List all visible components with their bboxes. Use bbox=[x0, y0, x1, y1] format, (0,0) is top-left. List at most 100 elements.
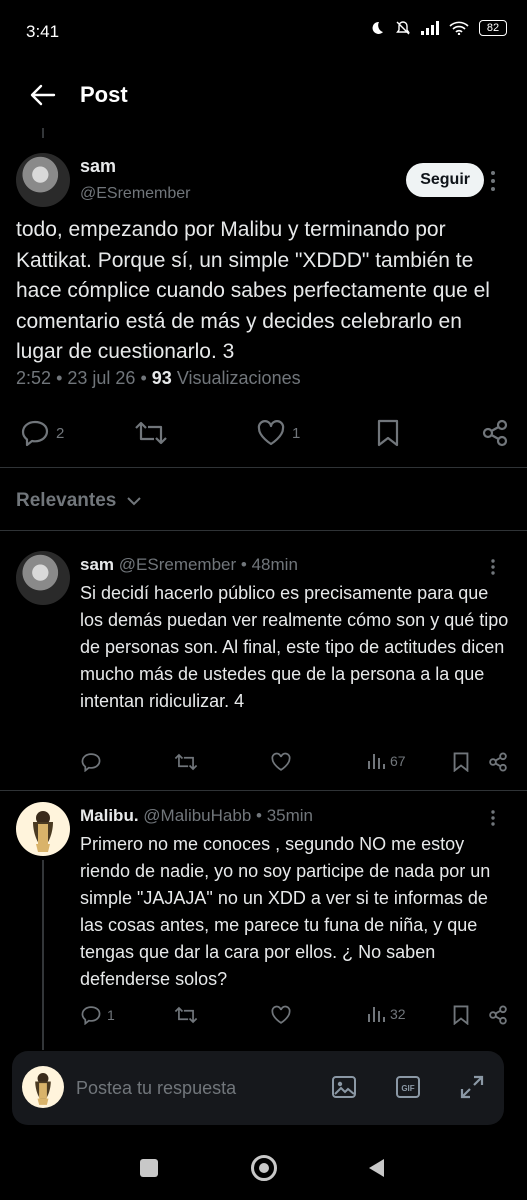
sort-label: Relevantes bbox=[16, 490, 117, 511]
reply-icon bbox=[81, 753, 101, 772]
author-handle[interactable]: @ESremember bbox=[80, 185, 191, 203]
views-count: 93 bbox=[151, 368, 172, 388]
thread-line bbox=[42, 860, 44, 1050]
gif-label: GIF bbox=[401, 1084, 414, 1093]
avatar[interactable] bbox=[16, 802, 70, 856]
reply-button[interactable]: 2 bbox=[20, 419, 64, 447]
reply-count: 2 bbox=[56, 424, 65, 442]
bookmark-button[interactable] bbox=[452, 752, 470, 772]
repost-button[interactable] bbox=[174, 752, 198, 772]
avatar-figure bbox=[33, 811, 53, 852]
bar-chart-icon bbox=[368, 1007, 385, 1022]
reply-button[interactable] bbox=[80, 752, 107, 772]
share-icon bbox=[482, 419, 508, 447]
bookmark-button[interactable] bbox=[452, 1005, 470, 1025]
home-button[interactable] bbox=[251, 1155, 277, 1181]
wifi-icon bbox=[449, 21, 469, 35]
bell-muted-icon bbox=[396, 21, 410, 35]
chevron-down-icon bbox=[127, 497, 142, 506]
post-time: 2:52 bbox=[16, 368, 52, 388]
like-count: 1 bbox=[292, 424, 301, 442]
avatar[interactable] bbox=[16, 153, 70, 207]
meta-separator: • bbox=[256, 806, 262, 825]
composer-avatar bbox=[22, 1066, 64, 1108]
reply-text: Si decidí hacerlo público es precisament… bbox=[80, 583, 509, 711]
like-button[interactable]: 1 bbox=[256, 419, 300, 447]
reply-author-name[interactable]: sam bbox=[80, 555, 114, 574]
share-button[interactable] bbox=[488, 752, 508, 772]
more-options-button[interactable] bbox=[490, 170, 496, 197]
like-button[interactable] bbox=[270, 1005, 292, 1025]
more-vertical-icon bbox=[491, 810, 495, 826]
post-text: todo, empezando por Malibu y terminando … bbox=[16, 218, 490, 363]
meta-separator: • bbox=[140, 368, 147, 388]
reply-author-handle[interactable]: @ESremember bbox=[119, 555, 236, 574]
image-icon bbox=[332, 1076, 356, 1098]
heart-icon bbox=[257, 420, 285, 446]
reply-count: 1 bbox=[107, 1007, 115, 1023]
status-time: 3:41 bbox=[26, 22, 60, 41]
repost-button[interactable] bbox=[174, 1005, 198, 1025]
divider bbox=[0, 790, 527, 791]
share-button[interactable] bbox=[481, 419, 509, 447]
moon-icon bbox=[372, 21, 383, 34]
add-gif-button[interactable]: GIF bbox=[394, 1073, 422, 1101]
page-title: Post bbox=[80, 82, 128, 107]
bar-chart-icon bbox=[368, 754, 385, 769]
views-button[interactable]: 32 bbox=[367, 1005, 406, 1023]
reply-icon bbox=[21, 420, 49, 447]
views-label: Visualizaciones bbox=[176, 368, 301, 388]
follow-button[interactable]: Seguir bbox=[406, 163, 484, 197]
repost-icon bbox=[174, 753, 198, 771]
signal-icon bbox=[421, 21, 439, 35]
heart-icon bbox=[271, 1005, 291, 1024]
reply-author-handle[interactable]: @MalibuHabb bbox=[143, 806, 251, 825]
reply-icon bbox=[81, 1006, 101, 1025]
reply-button[interactable]: 1 bbox=[80, 1005, 115, 1025]
bookmark-button[interactable] bbox=[376, 419, 400, 447]
sort-dropdown[interactable]: Relevantes bbox=[16, 490, 142, 512]
more-vertical-icon bbox=[491, 559, 495, 575]
reply-age: 48min bbox=[251, 555, 298, 574]
triangle-back-icon bbox=[369, 1159, 384, 1177]
back-button[interactable] bbox=[26, 78, 60, 112]
repost-icon bbox=[174, 1006, 198, 1024]
reply-header: sam @ESremember • 48min bbox=[80, 555, 298, 575]
share-icon bbox=[489, 752, 507, 772]
share-icon bbox=[489, 1005, 507, 1025]
divider bbox=[0, 467, 527, 468]
battery-indicator: 82 bbox=[479, 20, 507, 36]
reply-author-name[interactable]: Malibu. bbox=[80, 806, 139, 825]
post-date: 23 jul 26 bbox=[67, 368, 136, 388]
status-icons: 82 bbox=[369, 20, 507, 36]
bookmark-icon bbox=[453, 1005, 469, 1025]
gif-icon: GIF bbox=[396, 1076, 420, 1098]
home-dot bbox=[259, 1163, 269, 1173]
expand-icon bbox=[460, 1075, 484, 1099]
arrow-left-icon bbox=[30, 84, 56, 106]
post-meta: 2:52 • 23 jul 26 • 93 Visualizaciones bbox=[16, 368, 301, 389]
expand-button[interactable] bbox=[458, 1073, 486, 1101]
more-options-button[interactable] bbox=[490, 558, 496, 581]
author-name[interactable]: sam bbox=[80, 156, 116, 177]
reply-header: Malibu. @MalibuHabb • 35min bbox=[80, 806, 313, 826]
more-options-button[interactable] bbox=[490, 809, 496, 832]
divider bbox=[0, 530, 527, 531]
share-button[interactable] bbox=[488, 1005, 508, 1025]
recent-apps-button[interactable] bbox=[140, 1159, 158, 1177]
views-button[interactable]: 67 bbox=[367, 752, 406, 770]
avatar[interactable] bbox=[16, 551, 70, 605]
view-count: 32 bbox=[390, 1006, 406, 1022]
repost-button[interactable] bbox=[134, 419, 168, 447]
more-vertical-icon bbox=[491, 171, 495, 191]
system-back-button[interactable] bbox=[366, 1157, 386, 1184]
reply-input[interactable]: Postea tu respuesta bbox=[76, 1078, 236, 1099]
reply-text: Primero no me conoces , segundo NO me es… bbox=[80, 834, 491, 989]
heart-icon bbox=[271, 752, 291, 771]
bookmark-icon bbox=[453, 752, 469, 772]
add-image-button[interactable] bbox=[330, 1073, 358, 1101]
meta-separator: • bbox=[240, 555, 247, 574]
meta-separator: • bbox=[56, 368, 63, 388]
repost-icon bbox=[135, 421, 167, 445]
like-button[interactable] bbox=[270, 752, 292, 772]
